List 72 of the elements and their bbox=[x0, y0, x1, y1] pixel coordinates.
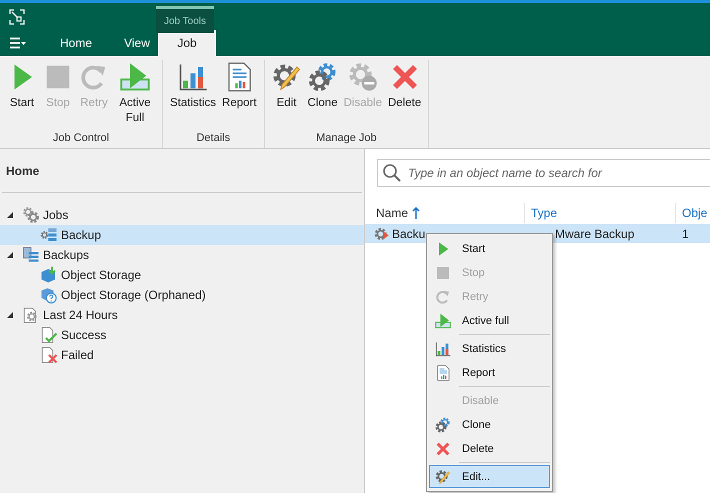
tree-row[interactable]: Failed bbox=[0, 345, 364, 365]
gears-icon bbox=[435, 416, 451, 432]
ribbon-tab[interactable]: Home bbox=[36, 30, 116, 56]
search-field[interactable]: Type in an object name to search for bbox=[377, 159, 710, 187]
column-header[interactable]: Type bbox=[531, 206, 558, 220]
menu-item[interactable]: Active full bbox=[429, 309, 550, 332]
tree-label: Object Storage (Orphaned) bbox=[61, 288, 206, 302]
server-list-icon bbox=[22, 246, 40, 264]
tree-row[interactable]: Object Storage (Orphaned) bbox=[0, 285, 364, 305]
table-cell: 1 bbox=[682, 226, 689, 240]
tree-label: Last 24 Hours bbox=[43, 308, 118, 322]
start-button[interactable]: Start bbox=[4, 60, 40, 113]
search-icon bbox=[382, 163, 402, 183]
gears-icon bbox=[308, 62, 338, 92]
menu-item[interactable]: Clone bbox=[429, 413, 550, 436]
redo-icon bbox=[435, 288, 451, 304]
tree-row[interactable]: Object Storage bbox=[0, 265, 364, 285]
tree-label: Backup bbox=[61, 228, 102, 242]
document-cross-icon bbox=[40, 346, 58, 364]
column-header[interactable]: Obje bbox=[682, 206, 708, 220]
expander-icon[interactable] bbox=[6, 211, 14, 219]
table-cell: Backu bbox=[392, 226, 426, 240]
group-label: Job Control bbox=[52, 132, 110, 146]
clone-button[interactable]: Clone bbox=[304, 60, 341, 113]
logo-icon bbox=[9, 9, 25, 25]
play-drive-icon bbox=[435, 312, 451, 328]
bar-chart-icon bbox=[178, 62, 208, 92]
group-label: Details bbox=[196, 132, 230, 146]
menu-item[interactable]: Edit... bbox=[429, 465, 550, 488]
bar-chart-icon bbox=[435, 340, 451, 356]
expander-icon[interactable] bbox=[6, 311, 14, 319]
cross-icon bbox=[435, 440, 451, 456]
tree-label: Failed bbox=[61, 348, 94, 362]
gear-pencil-icon bbox=[272, 62, 302, 92]
report-button[interactable]: Report bbox=[219, 60, 260, 113]
cube-question-icon bbox=[40, 286, 58, 304]
edit-button[interactable]: Edit bbox=[268, 60, 305, 113]
cube-arrow-icon bbox=[40, 266, 58, 284]
tree-row[interactable]: Backup bbox=[0, 225, 364, 245]
gear-play-icon bbox=[374, 226, 390, 242]
gear-pencil-icon bbox=[435, 468, 451, 484]
ribbon-tab[interactable]: View bbox=[116, 30, 158, 56]
panel-title: Home bbox=[5, 163, 40, 180]
statistics-button[interactable]: Statistics bbox=[167, 60, 220, 113]
play-drive-icon bbox=[120, 62, 150, 92]
search-input[interactable]: Type in an object name to search for bbox=[406, 165, 710, 181]
document-check-icon bbox=[40, 326, 58, 344]
tree-label: Object Storage bbox=[61, 268, 142, 282]
menu-icon bbox=[10, 37, 26, 49]
tree-row[interactable]: Last 24 Hours bbox=[0, 305, 364, 325]
report-icon bbox=[435, 364, 451, 380]
expander-icon[interactable] bbox=[6, 251, 14, 259]
contextual-tab-label: Job Tools bbox=[156, 6, 214, 33]
group-label: Manage Job bbox=[316, 132, 377, 146]
menu-item[interactable]: Start bbox=[429, 237, 550, 260]
tree-label: Success bbox=[61, 328, 106, 342]
gears-icon bbox=[22, 206, 40, 224]
delete-button[interactable]: Delete bbox=[384, 60, 424, 113]
tree-row[interactable]: Backups bbox=[0, 245, 364, 265]
gear-minus-icon bbox=[348, 62, 378, 92]
gear-list-icon bbox=[40, 226, 58, 244]
stop-icon bbox=[435, 264, 451, 280]
menu-item[interactable]: Report bbox=[429, 361, 550, 384]
active-full-button[interactable]: Active Full bbox=[112, 60, 158, 128]
tree-row[interactable]: Success bbox=[0, 325, 364, 345]
tree-label: Jobs bbox=[43, 208, 68, 222]
table-cell: Mware Backup bbox=[555, 226, 634, 240]
menu-item[interactable]: Statistics bbox=[429, 337, 550, 360]
menu-item[interactable]: Delete bbox=[429, 437, 550, 460]
tree-row[interactable]: Jobs bbox=[0, 205, 364, 225]
tree-label: Backups bbox=[43, 248, 90, 262]
column-header[interactable]: Name bbox=[376, 206, 408, 220]
